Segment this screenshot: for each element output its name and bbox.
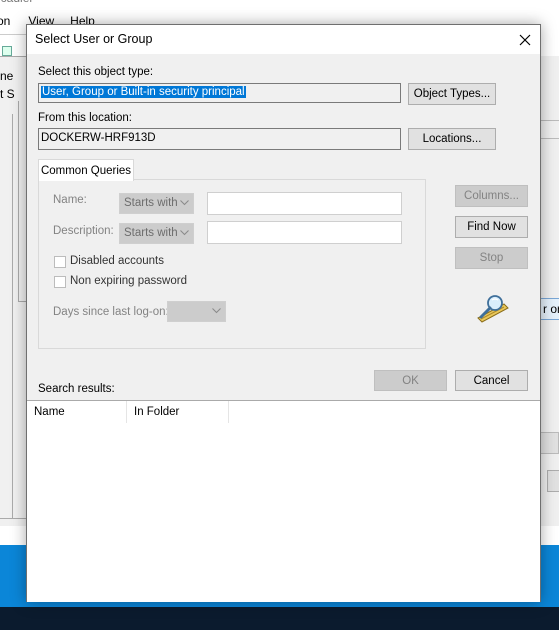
columns-button[interactable]: Columns... [455, 185, 528, 207]
description-label: Description: [53, 225, 114, 237]
disabled-accounts-label: Disabled accounts [70, 255, 164, 267]
chevron-down-icon [212, 308, 221, 314]
search-results-label: Search results: [38, 383, 115, 395]
select-user-dialog: Select User or Group Select this object … [26, 24, 541, 602]
dialog-title: Select User or Group [35, 32, 153, 46]
column-header-in-folder[interactable]: In Folder [127, 401, 229, 423]
disabled-accounts-checkbox[interactable] [54, 256, 66, 268]
object-type-field[interactable]: User, Group or Built-in security princip… [38, 83, 401, 103]
non-expiring-password-label: Non expiring password [70, 275, 187, 287]
background-window-body [0, 56, 26, 526]
cancel-button[interactable]: Cancel [455, 370, 528, 391]
background-button-label: r or [543, 302, 559, 316]
background-window-title: ncadlel [0, 0, 32, 5]
days-since-logon-label: Days since last log-on: [53, 306, 169, 318]
background-divider [539, 120, 559, 121]
object-type-value: User, Group or Built-in security princip… [41, 86, 246, 98]
chevron-down-icon [180, 200, 189, 206]
close-button[interactable] [510, 25, 540, 54]
stop-button[interactable]: Stop [455, 247, 528, 269]
search-magnifier-icon [477, 295, 509, 323]
object-types-button[interactable]: Object Types... [408, 83, 496, 105]
non-expiring-password-checkbox[interactable] [54, 276, 66, 288]
days-since-logon-combo[interactable] [167, 301, 226, 322]
column-header-name[interactable]: Name [27, 401, 127, 423]
background-button[interactable] [539, 432, 559, 454]
background-label: t S [0, 87, 15, 101]
find-now-button[interactable]: Find Now [455, 216, 528, 238]
background-toolbar-icon[interactable] [2, 46, 12, 56]
close-icon [519, 34, 531, 45]
search-results-list[interactable]: Name In Folder [27, 400, 540, 602]
name-label: Name: [53, 194, 87, 206]
background-divider [539, 138, 559, 139]
name-mode-value: Starts with [124, 197, 178, 209]
object-type-label: Select this object type: [38, 66, 154, 78]
description-mode-combo[interactable]: Starts with [119, 223, 194, 244]
description-mode-value: Starts with [124, 227, 178, 239]
location-label: From this location: [38, 112, 132, 124]
common-queries-panel: Name: Starts with Description: Starts wi… [38, 179, 426, 349]
background-button[interactable] [547, 470, 559, 492]
name-mode-combo[interactable]: Starts with [119, 193, 194, 214]
background-window-right-body [539, 56, 559, 526]
description-input[interactable] [207, 221, 402, 244]
tab-common-queries[interactable]: Common Queries [38, 159, 134, 181]
name-input[interactable] [207, 192, 402, 215]
chevron-down-icon [180, 230, 189, 236]
locations-button[interactable]: Locations... [408, 128, 496, 150]
background-button[interactable]: r or [539, 298, 559, 320]
ok-button[interactable]: OK [374, 370, 447, 391]
taskbar-bottom [0, 607, 559, 630]
background-menu-item[interactable]: on [0, 14, 10, 32]
dialog-titlebar[interactable]: Select User or Group [27, 25, 540, 54]
location-field[interactable]: DOCKERW-HRF913D [38, 128, 401, 150]
background-label: ne [0, 69, 14, 83]
